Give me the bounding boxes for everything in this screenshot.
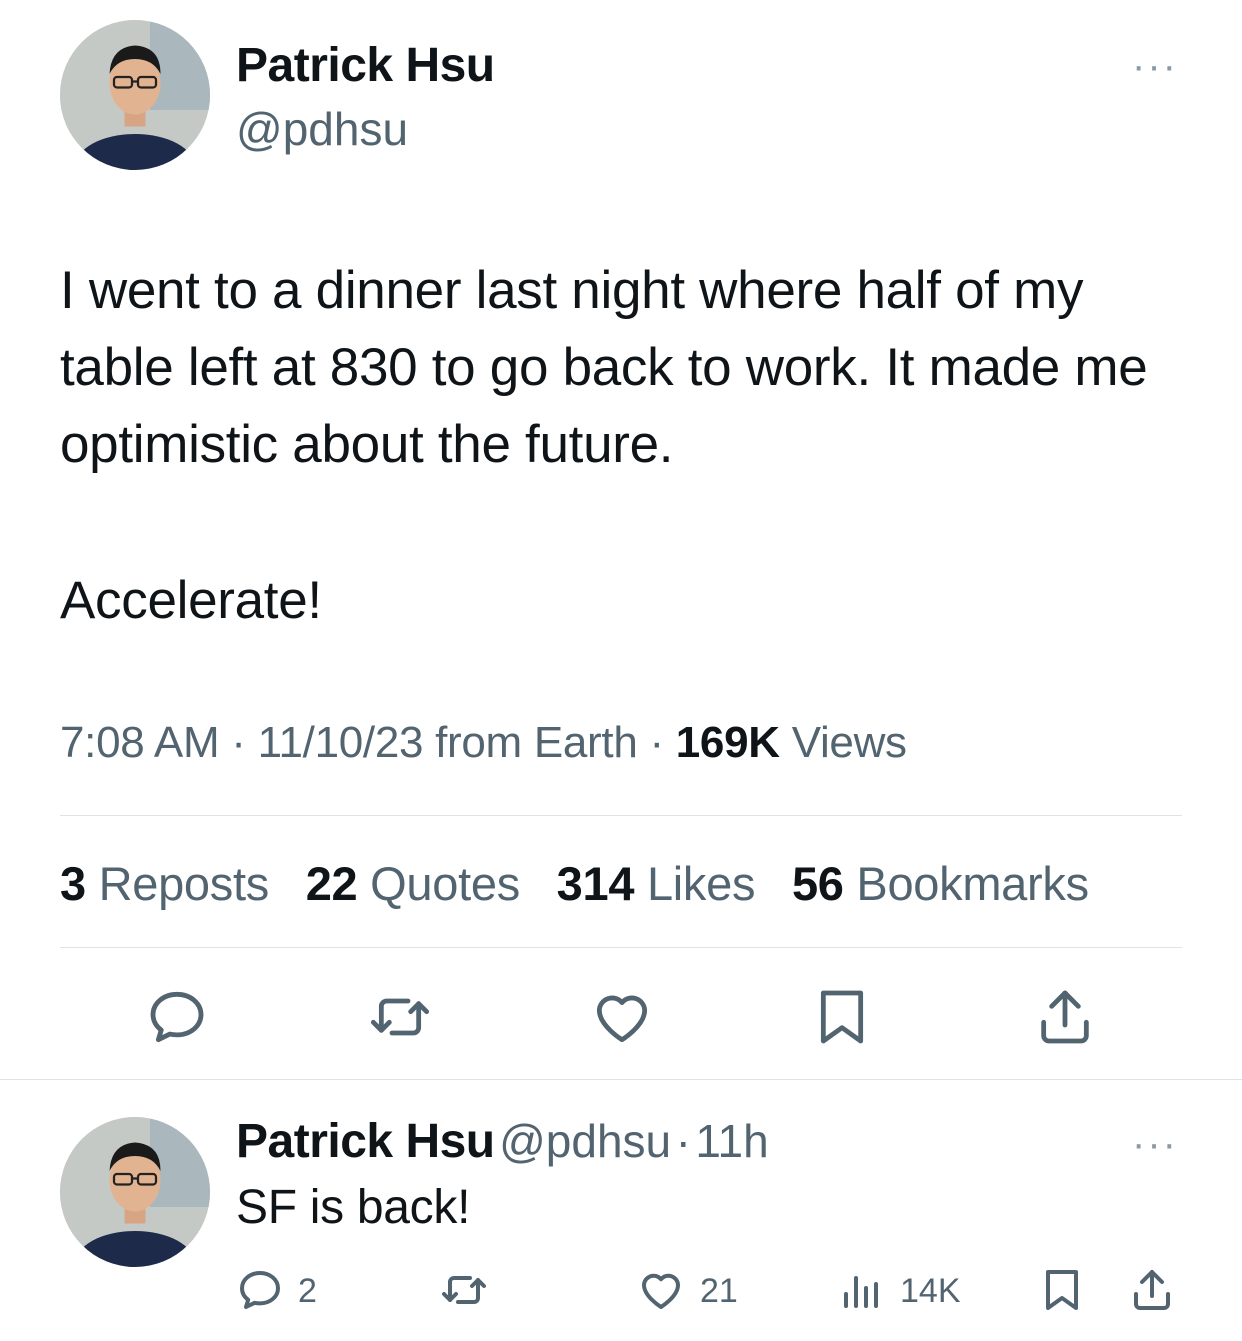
- like-icon[interactable]: [590, 985, 654, 1049]
- divider: [60, 815, 1182, 816]
- tweet-text: I went to a dinner last night where half…: [60, 261, 1148, 474]
- likes-count: 314: [556, 857, 635, 910]
- author-handle[interactable]: @pdhsu: [236, 102, 408, 156]
- reply-views-count: 14K: [900, 1272, 961, 1310]
- divider: [0, 1079, 1242, 1080]
- quotes-stat[interactable]: 22 Quotes: [306, 857, 520, 910]
- reply-author-handle[interactable]: @pdhsu: [499, 1115, 671, 1167]
- bookmarks-stat[interactable]: 56 Bookmarks: [792, 857, 1089, 910]
- meta-separator: ·: [231, 718, 246, 767]
- views-label: Views: [791, 718, 907, 767]
- reply-like-count: 21: [700, 1272, 738, 1310]
- share-icon[interactable]: [1033, 985, 1097, 1049]
- reply-author-name[interactable]: Patrick Hsu: [236, 1115, 495, 1168]
- likes-stat[interactable]: 314 Likes: [557, 857, 756, 910]
- bookmarks-count: 56: [791, 857, 844, 910]
- reply-reply-icon[interactable]: [236, 1266, 284, 1314]
- repost-icon[interactable]: [368, 985, 432, 1049]
- views-count: 169K: [675, 718, 780, 767]
- tweet-time[interactable]: 7:08 AM: [60, 718, 220, 767]
- bookmarks-label: Bookmarks: [856, 857, 1089, 910]
- reposts-count: 3: [60, 857, 86, 910]
- reply-icon[interactable]: [145, 985, 209, 1049]
- bookmark-icon[interactable]: [810, 985, 874, 1049]
- reply-text: SF is back!: [236, 1181, 471, 1234]
- reply-separator: ·: [675, 1115, 691, 1167]
- reply-time[interactable]: 11h: [695, 1115, 768, 1167]
- tweet-date-source[interactable]: 11/10/23 from Earth: [258, 718, 638, 767]
- reply-repost-icon[interactable]: [440, 1266, 488, 1314]
- author-name[interactable]: Patrick Hsu: [236, 38, 495, 93]
- quotes-count: 22: [305, 857, 358, 910]
- tweet-text-accelerate: Accelerate!: [60, 571, 322, 630]
- reposts-stat[interactable]: 3 Reposts: [60, 857, 269, 910]
- divider: [60, 947, 1182, 948]
- quotes-label: Quotes: [370, 857, 520, 910]
- engagement-stats: 3 Reposts 22 Quotes 314 Likes 56 Bookmar…: [60, 856, 1113, 911]
- more-options-icon[interactable]: ···: [1132, 46, 1178, 86]
- reply-author-avatar[interactable]: [60, 1117, 210, 1267]
- reply-share-icon[interactable]: [1128, 1266, 1176, 1314]
- meta-separator: ·: [649, 718, 664, 767]
- reply-header: Patrick Hsu @pdhsu · 11h: [236, 1114, 769, 1169]
- reply-more-options-icon[interactable]: ···: [1132, 1124, 1178, 1164]
- author-avatar[interactable]: [60, 20, 210, 170]
- reply-views-icon[interactable]: [838, 1266, 886, 1314]
- reply-like-icon[interactable]: [637, 1266, 685, 1314]
- reply-reply-count: 2: [298, 1272, 317, 1310]
- likes-label: Likes: [646, 857, 756, 910]
- reply-bookmark-icon[interactable]: [1038, 1266, 1086, 1314]
- tweet-meta: 7:08 AM · 11/10/23 from Earth · 169K Vie…: [60, 718, 907, 768]
- reposts-label: Reposts: [98, 857, 270, 910]
